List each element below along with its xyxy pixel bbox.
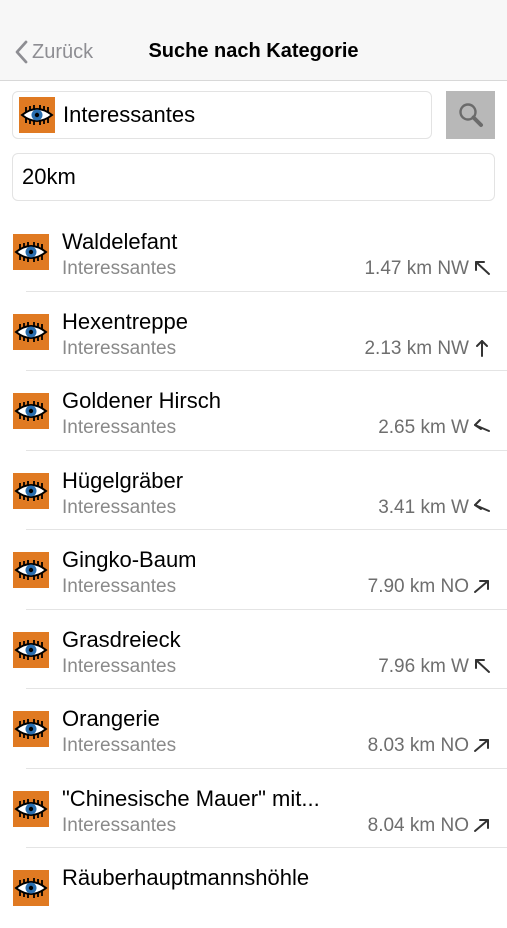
item-category: Interessantes	[62, 735, 177, 756]
item-distance: 2.13 km NW	[364, 337, 469, 359]
direction-arrow-icon	[474, 580, 489, 593]
eye-category-icon	[13, 472, 49, 509]
item-category: Interessantes	[62, 814, 177, 836]
eye-category-icon	[13, 790, 49, 827]
item-distance: 7.90 km NO	[367, 576, 469, 597]
item-category: Interessantes	[62, 576, 177, 597]
item-name: Hügelgräber	[62, 467, 184, 493]
eye-category-icon	[13, 234, 49, 270]
search-icon	[458, 103, 483, 127]
category-value: Interessantes	[63, 102, 196, 127]
page-title: Suche nach Kategorie	[0, 40, 507, 63]
results-list: Waldelefant Interessantes 1.47 km NW Hexent…	[0, 212, 507, 928]
direction-arrow-icon	[474, 419, 490, 432]
item-name: "Chinesische Mauer" mit...	[62, 785, 320, 811]
list-item[interactable]: Räuberhauptmannshöhle	[0, 848, 507, 928]
item-name: Waldelefant	[62, 229, 178, 254]
direction-arrow-icon	[475, 261, 490, 275]
eye-category-icon	[13, 631, 49, 668]
list-item[interactable]: Hexentreppe Interessantes 2.13 km NW	[0, 292, 507, 371]
item-name: Gingko-Baum	[62, 547, 197, 572]
list-item[interactable]: Gingko-Baum Interessantes 7.90 km NO	[0, 530, 507, 610]
item-category: Interessantes	[62, 258, 177, 279]
search-button[interactable]	[446, 91, 495, 139]
direction-arrow-icon	[476, 339, 488, 357]
eye-category-icon	[13, 552, 49, 588]
item-category: Interessantes	[62, 496, 177, 518]
radius-value: 20km	[22, 164, 76, 189]
radius-field[interactable]: 20km	[12, 153, 495, 201]
list-item[interactable]: Grasdreieck Interessantes 7.96 km W	[0, 610, 507, 689]
item-name: Räuberhauptmannshöhle	[62, 865, 310, 890]
list-item[interactable]: Hügelgräber Interessantes 3.41 km W	[0, 451, 507, 530]
item-name: Goldener Hirsch	[62, 388, 221, 413]
item-distance: 7.96 km W	[378, 655, 469, 677]
item-distance: 1.47 km NW	[364, 258, 469, 279]
page-title-text: Suche nach Kategorie	[148, 40, 359, 62]
direction-arrow-icon	[474, 739, 489, 752]
direction-arrow-icon	[474, 498, 490, 512]
list-item[interactable]: Waldelefant Interessantes 1.47 km NW	[0, 212, 507, 292]
eye-category-icon	[19, 97, 55, 133]
item-name: Grasdreieck	[62, 626, 181, 652]
eye-category-icon	[13, 313, 49, 350]
eye-category-icon	[13, 393, 49, 429]
item-distance: 8.03 km NO	[367, 735, 469, 756]
item-distance: 3.41 km W	[378, 496, 469, 518]
item-distance: 2.65 km W	[378, 417, 469, 438]
category-field[interactable]: Interessantes	[12, 91, 432, 139]
direction-arrow-icon	[475, 658, 490, 673]
list-item[interactable]: Goldener Hirsch Interessantes 2.65 km W	[0, 371, 507, 451]
item-category: Interessantes	[62, 655, 177, 677]
eye-category-icon	[13, 870, 49, 906]
direction-arrow-icon	[474, 818, 489, 832]
list-item[interactable]: Orangerie Interessantes 8.03 km NO	[0, 689, 507, 769]
item-distance: 8.04 km NO	[367, 814, 469, 836]
eye-category-icon	[13, 711, 49, 747]
item-category: Interessantes	[62, 417, 177, 438]
navigation-bar: Zurück Suche nach Kategorie	[0, 0, 507, 81]
item-name: Hexentreppe	[62, 308, 188, 334]
item-category: Interessantes	[62, 337, 177, 359]
item-name: Orangerie	[62, 706, 160, 731]
list-item[interactable]: "Chinesische Mauer" mit... Interessantes 8…	[0, 769, 507, 848]
